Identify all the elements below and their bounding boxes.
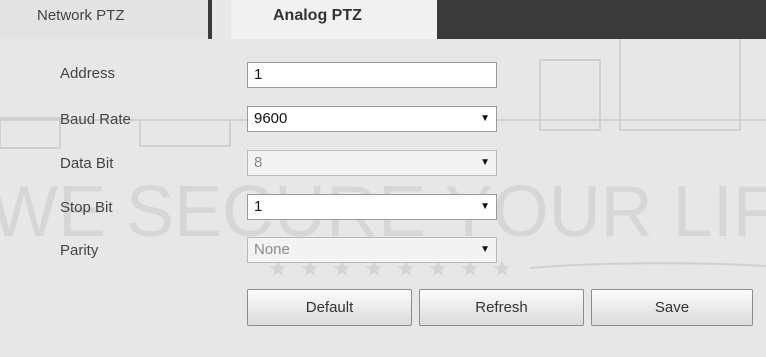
tab-network-ptz[interactable]: Network PTZ <box>0 0 212 39</box>
parity-select[interactable]: None ▼ <box>247 237 497 263</box>
address-value: 1 <box>254 66 263 83</box>
baud-rate-label: Baud Rate <box>60 111 131 128</box>
stop-bit-label: Stop Bit <box>60 199 113 216</box>
address-label: Address <box>60 65 116 82</box>
tab-bar-filler <box>437 0 766 39</box>
baud-rate-select[interactable]: 9600 ▼ <box>247 106 497 132</box>
parity-value: None <box>254 241 290 258</box>
baud-rate-value: 9600 <box>254 110 288 127</box>
tab-analog-ptz[interactable]: Analog PTZ <box>231 0 437 39</box>
parity-label: Parity <box>60 242 99 259</box>
chevron-down-icon: ▼ <box>480 157 490 168</box>
tab-analog-ptz-label: Analog PTZ <box>273 7 362 24</box>
tab-network-ptz-label: Network PTZ <box>37 7 125 24</box>
tab-bar: Network PTZ Analog PTZ <box>0 0 766 39</box>
default-button[interactable]: Default <box>247 289 412 326</box>
data-bit-value: 8 <box>254 154 263 171</box>
stop-bit-select[interactable]: 1 ▼ <box>247 194 497 220</box>
chevron-down-icon: ▼ <box>480 201 490 212</box>
data-bit-label: Data Bit <box>60 155 114 172</box>
address-input[interactable]: 1 <box>247 62 497 88</box>
stop-bit-value: 1 <box>254 198 263 215</box>
data-bit-select[interactable]: 8 ▼ <box>247 150 497 176</box>
chevron-down-icon: ▼ <box>480 113 490 124</box>
chevron-down-icon: ▼ <box>480 244 490 255</box>
save-button[interactable]: Save <box>591 289 753 326</box>
refresh-button[interactable]: Refresh <box>419 289 584 326</box>
